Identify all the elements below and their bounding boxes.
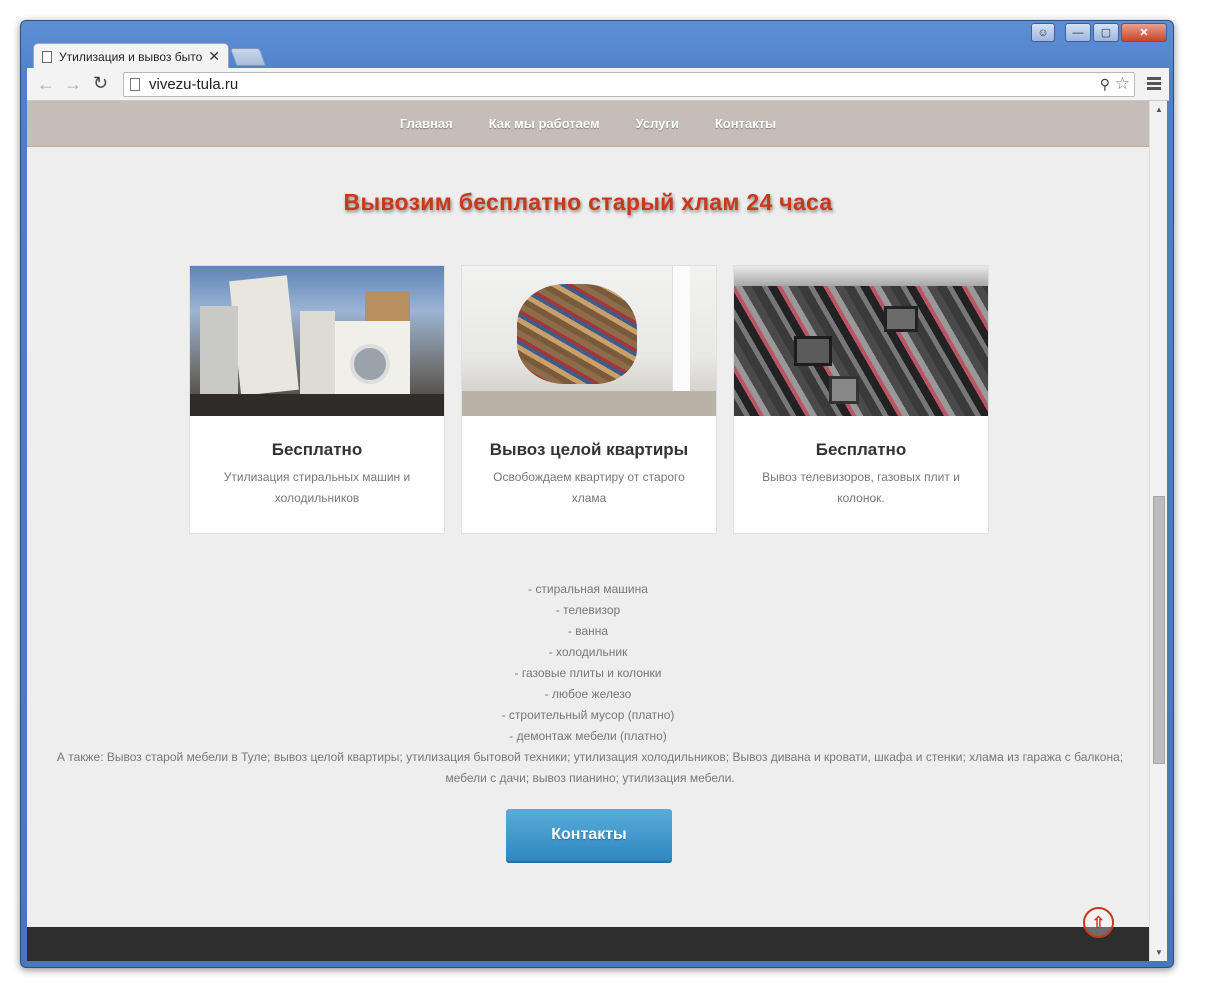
list-item: - ванна <box>567 624 609 638</box>
scroll-up-icon[interactable]: ▲ <box>1155 105 1163 114</box>
service-card: Вывоз целой квартиры Освобождаем квартир… <box>461 265 717 534</box>
card-text: Вывоз телевизоров, газовых плит и колоно… <box>762 470 960 505</box>
page-icon <box>130 78 140 91</box>
items-list: - стиральная машина - телевизор - ванна … <box>27 579 1149 747</box>
new-tab-button[interactable] <box>229 48 267 66</box>
browser-toolbar: ← → ↻ vivezu-tula.ru ⚲ ☆ <box>27 68 1169 101</box>
list-item: - газовые плиты и колонки <box>514 666 662 680</box>
close-tab-icon[interactable]: ✕ <box>208 48 220 65</box>
zoom-icon[interactable]: ⚲ <box>1100 76 1110 93</box>
minimize-button[interactable]: — <box>1065 23 1091 42</box>
card-image-electronics <box>734 266 988 416</box>
page-icon <box>42 50 52 63</box>
site-nav: Главная Как мы работаем Услуги Контакты <box>27 101 1149 147</box>
card-title: Вывоз целой квартиры <box>489 440 689 459</box>
url-text: vivezu-tula.ru <box>149 76 239 93</box>
card-title: Бесплатно <box>815 440 907 459</box>
menu-icon[interactable] <box>1147 77 1161 92</box>
list-item: - телевизор <box>555 603 621 617</box>
arrow-left-icon[interactable]: ← <box>37 74 55 95</box>
page-headline: Вывозим бесплатно старый хлам 24 часа <box>343 189 833 215</box>
also-text: А также: Вывоз старой мебели в Туле; выв… <box>56 750 1124 785</box>
user-icon[interactable]: ☺ <box>1031 23 1055 42</box>
list-item: - демонтаж мебели (платно) <box>509 729 667 743</box>
service-cards: Бесплатно Утилизация стиральных машин и … <box>189 265 989 534</box>
nav-item-services[interactable]: Услуги <box>636 116 679 131</box>
window-controls: ☺ — ▢ ✕ <box>1031 23 1167 42</box>
card-text: Освобождаем квартиру от старого хлама <box>493 470 685 505</box>
nav-item-home[interactable]: Главная <box>400 116 453 131</box>
reload-icon[interactable]: ↻ <box>93 73 108 94</box>
list-item: - любое железо <box>544 687 632 701</box>
address-bar[interactable]: vivezu-tula.ru ⚲ ☆ <box>123 72 1135 97</box>
arrow-right-icon[interactable]: → <box>64 74 82 95</box>
browser-tab[interactable]: Утилизация и вывоз быто ✕ <box>33 43 229 69</box>
page-footer <box>27 927 1149 961</box>
card-image-apartment <box>462 266 716 416</box>
page-viewport: Главная Как мы работаем Услуги Контакты … <box>27 101 1149 961</box>
nav-item-how-we-work[interactable]: Как мы работаем <box>489 116 600 131</box>
list-item: - холодильник <box>548 645 628 659</box>
close-window-button[interactable]: ✕ <box>1121 23 1167 42</box>
list-item: - строительный мусор (платно) <box>501 708 675 722</box>
service-card: Бесплатно Вывоз телевизоров, газовых пли… <box>733 265 989 534</box>
page-scrollbar[interactable]: ▲ ▼ <box>1149 101 1167 961</box>
list-item: - стиральная машина <box>528 582 648 596</box>
card-image-appliances <box>190 266 444 416</box>
star-icon[interactable]: ☆ <box>1115 74 1130 94</box>
maximize-button[interactable]: ▢ <box>1093 23 1119 42</box>
arrow-up-circle-icon[interactable]: ⇧ <box>1083 907 1114 938</box>
nav-item-contacts[interactable]: Контакты <box>715 116 776 131</box>
scroll-down-icon[interactable]: ▼ <box>1155 948 1163 957</box>
contacts-button[interactable]: Контакты <box>506 809 672 863</box>
browser-window: ☺ — ▢ ✕ Утилизация и вывоз быто ✕ ← → ↻ … <box>20 20 1174 968</box>
service-card: Бесплатно Утилизация стиральных машин и … <box>189 265 445 534</box>
tab-title: Утилизация и вывоз быто <box>59 49 203 64</box>
scrollbar-thumb[interactable] <box>1153 496 1165 764</box>
card-text: Утилизация стиральных машин и холодильни… <box>223 470 411 505</box>
card-title: Бесплатно <box>271 440 363 459</box>
